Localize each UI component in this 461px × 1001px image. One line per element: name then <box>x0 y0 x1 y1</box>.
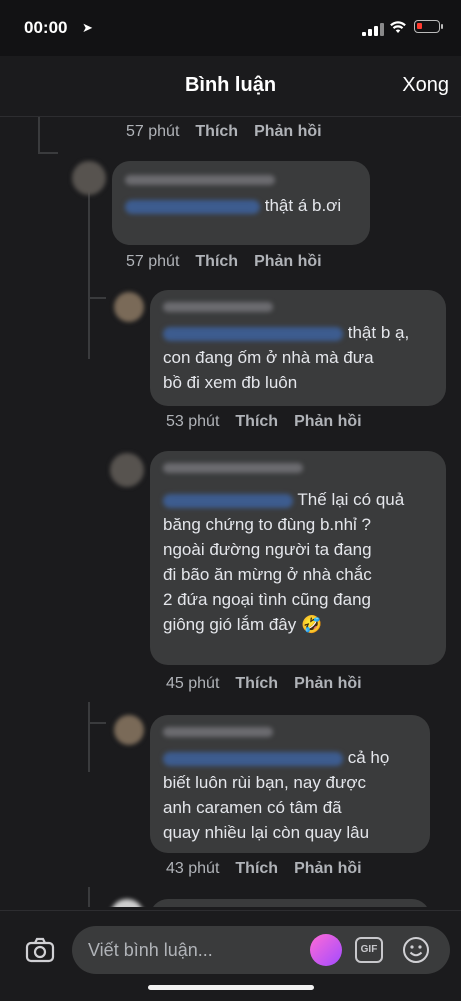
comment-input-placeholder: Viết bình luận... <box>88 940 213 960</box>
comment-input[interactable]: Viết bình luận... GIF <box>72 926 450 974</box>
commenter-name-blurred <box>125 175 275 185</box>
mention-blurred <box>163 493 293 508</box>
home-indicator[interactable] <box>148 985 314 990</box>
comment-bubble[interactable]: Thế lại có quả băng chứng to đùng b.nhỉ … <box>150 451 446 665</box>
comments-header: Bình luận Xong <box>0 56 461 117</box>
mention-blurred <box>163 326 343 341</box>
camera-icon[interactable] <box>25 935 55 965</box>
cellular-signal-icon <box>362 22 384 36</box>
battery-icon <box>414 20 443 33</box>
avatar[interactable] <box>110 899 144 907</box>
avatar[interactable] <box>114 715 144 745</box>
avatar[interactable] <box>114 292 144 322</box>
location-arrow-icon: ➤ <box>82 20 93 35</box>
reply-button[interactable]: Phản hồi <box>254 123 322 140</box>
thread-line <box>38 117 40 152</box>
status-bar: 00:00 ➤ <box>0 0 461 56</box>
mention-blurred <box>125 199 260 214</box>
avatar[interactable] <box>110 453 144 487</box>
like-button[interactable]: Thích <box>195 123 238 140</box>
comment-meta: 43 phút Thích Phản hồi <box>166 860 362 878</box>
comment-bubble[interactable] <box>150 899 430 907</box>
comment-text: thật á b.ơi <box>264 196 342 215</box>
comment-meta: 57 phút Thích Phản hồi <box>126 253 322 271</box>
comment-text: Thế lại có quả băng chứng to đùng b.nhỉ … <box>163 490 405 634</box>
like-button[interactable]: Thích <box>235 675 278 692</box>
comment-time: 43 phút <box>166 860 220 877</box>
sticker-icon[interactable] <box>310 934 342 966</box>
reply-button[interactable]: Phản hồi <box>294 675 362 692</box>
avatar[interactable] <box>72 161 106 195</box>
comment-meta: 53 phút Thích Phản hồi <box>166 413 362 431</box>
commenter-name-blurred <box>163 727 273 737</box>
like-button[interactable]: Thích <box>235 860 278 877</box>
comment-meta: 45 phút Thích Phản hồi <box>166 675 362 693</box>
comment-bubble[interactable]: thật á b.ơi <box>112 161 370 245</box>
thread-line <box>88 702 90 772</box>
thread-line <box>88 189 90 359</box>
thread-connector <box>38 152 58 154</box>
comment-time: 53 phút <box>166 413 220 430</box>
wifi-icon <box>390 21 406 33</box>
reply-button[interactable]: Phản hồi <box>254 253 322 270</box>
emoji-icon[interactable] <box>401 935 431 965</box>
reply-button[interactable]: Phản hồi <box>294 413 362 430</box>
comment-bubble[interactable]: thật b ạ, con đang ốm ở nhà mà đưa bồ đi… <box>150 290 446 406</box>
page-title: Bình luận <box>184 74 277 96</box>
comments-feed[interactable]: 57 phút Thích Phản hồi thật á b.ơi 57 phút… <box>0 117 461 907</box>
like-button[interactable]: Thích <box>195 253 238 270</box>
like-button[interactable]: Thích <box>235 413 278 430</box>
mention-blurred <box>163 751 343 766</box>
done-button[interactable]: Xong <box>402 74 449 97</box>
comment-time: 45 phút <box>166 675 220 692</box>
commenter-name-blurred <box>163 302 273 312</box>
thread-line <box>88 887 90 907</box>
thread-connector <box>88 722 106 724</box>
thread-connector <box>88 297 106 299</box>
comment-bubble[interactable]: cả họ biết luôn rùi bạn, nay được anh ca… <box>150 715 430 853</box>
comment-time: 57 phút <box>126 253 180 270</box>
reply-button[interactable]: Phản hồi <box>294 860 362 877</box>
comment-time: 57 phút <box>126 123 180 140</box>
gif-button[interactable]: GIF <box>355 937 383 963</box>
commenter-name-blurred <box>163 463 303 473</box>
comment-meta: 57 phút Thích Phản hồi <box>126 123 322 141</box>
status-time: 00:00 <box>24 18 68 37</box>
